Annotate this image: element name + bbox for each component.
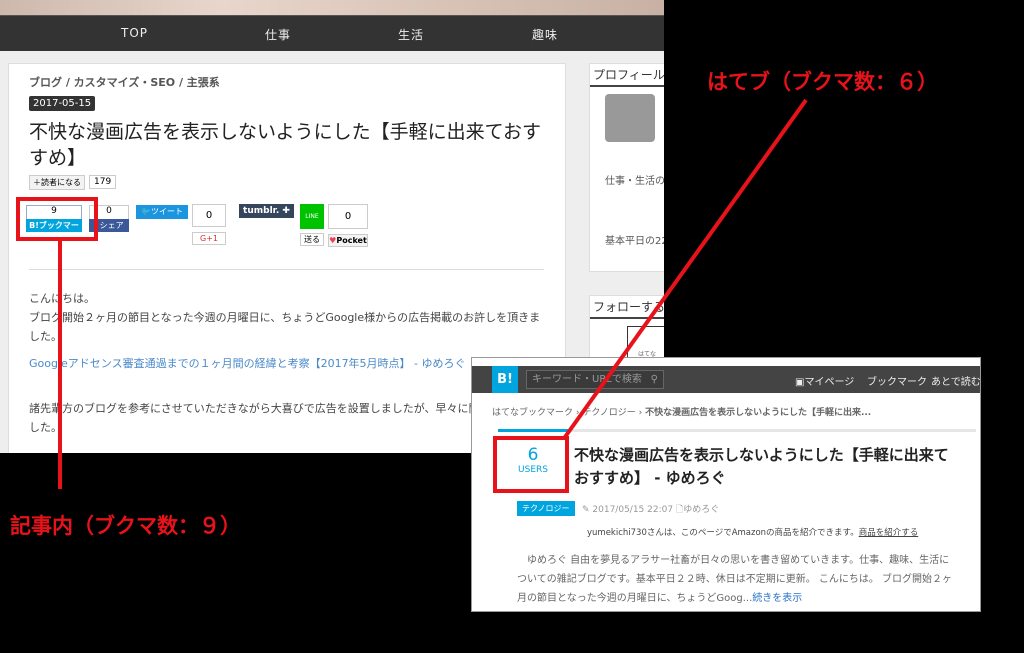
annotation-label-hatebu: はてブ（ブクマ数：６） bbox=[707, 70, 938, 94]
annotation-line-hatebu bbox=[563, 98, 808, 439]
annotation-connector bbox=[563, 98, 808, 439]
